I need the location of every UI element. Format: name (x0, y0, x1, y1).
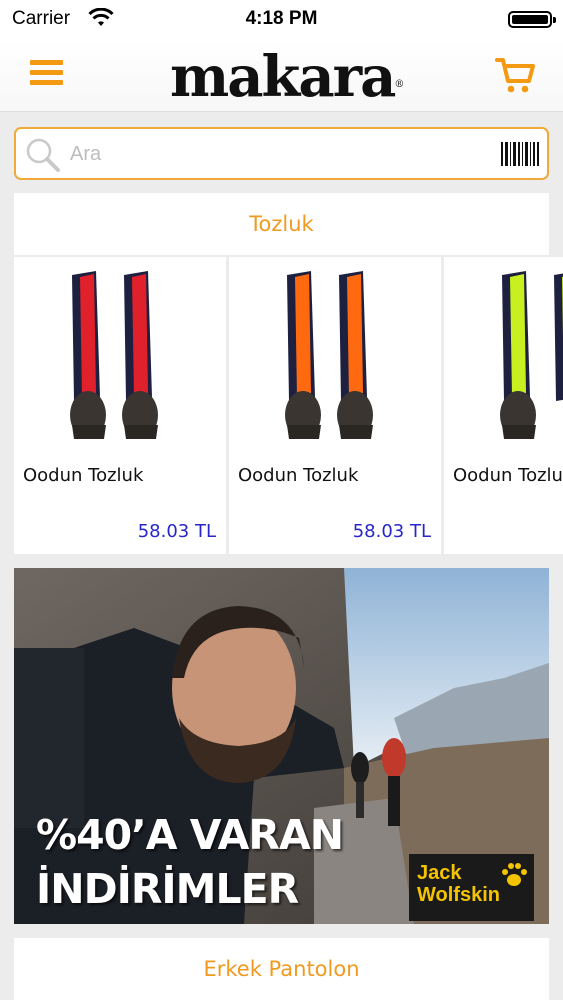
brand-line-1: Jack (417, 862, 462, 884)
banner-line-2: İNDİRİMLER (36, 865, 299, 913)
product-name: Oodun Tozluk (238, 465, 359, 486)
product-image (285, 271, 373, 439)
barcode-scan-icon[interactable] (501, 142, 539, 166)
brand-line-2: Wolfskin (417, 884, 500, 906)
app-header: makara® (0, 40, 563, 112)
section-title-tozluk[interactable]: Tozluk (14, 193, 549, 255)
product-name: Oodun Tozluk (23, 465, 144, 486)
battery-icon (508, 11, 556, 28)
paw-icon (502, 863, 527, 886)
search-input[interactable] (70, 137, 490, 171)
product-carousel[interactable]: Oodun Tozluk 58.03 TL Oodun Tozluk 58.03… (14, 257, 563, 554)
status-bar: Carrier 4:18 PM (0, 0, 563, 40)
product-card[interactable]: Oodun Tozluk (444, 257, 563, 554)
search-bar (14, 127, 549, 180)
brand-text: Jack Wolfskin (417, 862, 500, 906)
banner-line-1: %40’A VARAN (36, 811, 344, 859)
banner-headline: %40’A VARAN İNDİRİMLER (36, 808, 344, 916)
makara-logo[interactable]: makara® (170, 44, 404, 110)
clock: 4:18 PM (245, 8, 318, 29)
product-price: 58.03 TL (137, 521, 216, 542)
product-card[interactable]: Oodun Tozluk 58.03 TL (14, 257, 226, 554)
product-image (70, 271, 158, 439)
cart-icon[interactable] (494, 52, 538, 96)
product-image (500, 271, 563, 439)
menu-icon[interactable] (30, 58, 66, 88)
promo-banner[interactable]: %40’A VARAN İNDİRİMLER Jack Wolfskin (14, 568, 549, 924)
product-name: Oodun Tozluk (453, 465, 563, 486)
product-price: 58.03 TL (352, 521, 431, 542)
jack-wolfskin-logo: Jack Wolfskin (409, 854, 534, 921)
section-title-erkek-pantolon[interactable]: Erkek Pantolon (14, 938, 549, 1000)
logo-text: makara (170, 44, 396, 110)
registered-mark: ® (394, 79, 404, 90)
product-card[interactable]: Oodun Tozluk 58.03 TL (229, 257, 441, 554)
search-icon (26, 138, 60, 172)
